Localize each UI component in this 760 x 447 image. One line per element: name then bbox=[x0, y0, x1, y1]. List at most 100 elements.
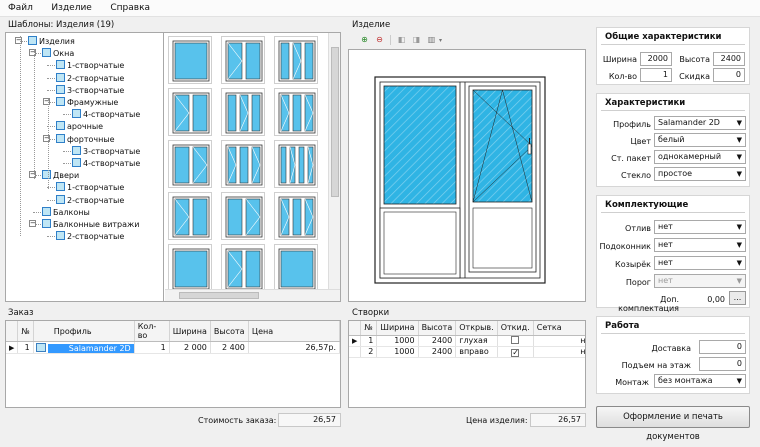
template-thumbnail[interactable] bbox=[274, 88, 318, 136]
tree-node[interactable]: 4-створчатые bbox=[72, 158, 140, 169]
sash-cell-net[interactable]: нет bbox=[533, 335, 585, 347]
tree-node[interactable]: 2-створчатые bbox=[56, 231, 124, 242]
template-thumbnail[interactable] bbox=[274, 192, 318, 240]
window-icon bbox=[72, 158, 81, 167]
width-input[interactable]: 2000 bbox=[640, 52, 672, 66]
templates-tree[interactable]: Изделия − Окна −1-створчатые 2-створчатые 3-с… bbox=[6, 33, 164, 301]
tree-node[interactable]: 3-створчатые bbox=[72, 145, 140, 157]
sashes-col-tilt[interactable]: Откид. bbox=[497, 321, 534, 336]
template-thumbnail[interactable] bbox=[168, 140, 212, 188]
order-row[interactable]: ▶ 1 Salamander 2D 1 2 000 2 400 26,57р. bbox=[6, 341, 341, 354]
prev-icon[interactable]: ◧ bbox=[395, 33, 408, 46]
sill-select[interactable]: нет ▼ bbox=[654, 238, 746, 252]
next-icon[interactable]: ◨ bbox=[410, 33, 423, 46]
discount-input[interactable]: 0 bbox=[713, 68, 745, 82]
sash-cell-opening[interactable]: вправо bbox=[455, 346, 498, 358]
menu-help[interactable]: Справка bbox=[102, 0, 158, 13]
tree-node[interactable]: 3-створчатые bbox=[56, 84, 124, 96]
order-col-profile[interactable]: Профиль bbox=[33, 321, 135, 342]
visor-select[interactable]: нет ▼ bbox=[654, 256, 746, 270]
collapse-icon[interactable]: − bbox=[29, 220, 36, 227]
template-thumbnail[interactable] bbox=[168, 36, 212, 84]
tree-node[interactable]: Фрамужные bbox=[56, 97, 118, 108]
sashes-grid[interactable]: № Ширина Высота Открыв. Откид. Сетка ▶ 1… bbox=[348, 320, 586, 408]
tree-node[interactable]: Изделия bbox=[28, 36, 75, 47]
sashes-col-width[interactable]: Ширина bbox=[376, 321, 419, 336]
tree-node[interactable]: Окна bbox=[42, 48, 74, 59]
tree-node[interactable]: Балконы bbox=[42, 206, 90, 218]
profile-select[interactable]: Salamander 2D ▼ bbox=[654, 116, 746, 130]
hscroll-thumb[interactable] bbox=[179, 292, 259, 299]
tilt-checkbox[interactable]: ✓ bbox=[511, 348, 520, 357]
sashes-col-opening[interactable]: Открыв. bbox=[455, 321, 498, 336]
tree-node[interactable]: Балконные витражи bbox=[42, 219, 139, 230]
extra-browse-button[interactable]: ... bbox=[729, 291, 746, 305]
zoom-in-icon[interactable]: ⊕ bbox=[358, 33, 371, 46]
sashes-table: № Ширина Высота Открыв. Откид. Сетка ▶ 1… bbox=[349, 321, 585, 358]
glass-unit-select[interactable]: однокамерный ▼ bbox=[654, 150, 746, 164]
order-cell-profile[interactable]: Salamander 2D bbox=[33, 341, 135, 354]
tree-node[interactable]: 1-створчатые bbox=[56, 60, 124, 71]
height-input[interactable]: 2400 bbox=[713, 52, 745, 66]
tree-node[interactable]: арочные bbox=[56, 121, 103, 132]
window-drawing bbox=[374, 76, 546, 284]
sash-cell-net[interactable]: нет bbox=[533, 346, 585, 358]
menu-product[interactable]: Изделие bbox=[43, 0, 99, 13]
delivery-input[interactable]: 0 bbox=[699, 340, 746, 354]
vscroll-thumb[interactable] bbox=[331, 47, 339, 197]
drip-select[interactable]: нет ▼ bbox=[654, 220, 746, 234]
template-thumbnail[interactable] bbox=[168, 192, 212, 240]
install-select[interactable]: без монтажа ▼ bbox=[654, 374, 746, 388]
sash-row[interactable]: 2 1000 2400 вправо ✓ нет bbox=[349, 346, 585, 358]
order-row-header-col bbox=[6, 321, 19, 342]
sash-row[interactable]: ▶ 1 1000 2400 глухая нет bbox=[349, 335, 585, 347]
extra-value: 0,00 bbox=[707, 295, 725, 304]
order-col-price[interactable]: Цена bbox=[248, 321, 341, 342]
tilt-checkbox[interactable] bbox=[511, 336, 520, 344]
template-thumbnail[interactable] bbox=[274, 244, 318, 289]
template-thumbnail[interactable] bbox=[221, 192, 265, 240]
template-thumbnail[interactable] bbox=[168, 88, 212, 136]
print-documents-button[interactable]: Оформление и печать документов bbox=[596, 406, 750, 442]
sashes-col-num[interactable]: № bbox=[360, 321, 378, 336]
thumbnails-vscrollbar[interactable] bbox=[328, 33, 340, 289]
qty-input[interactable]: 1 bbox=[640, 68, 672, 82]
order-col-width[interactable]: Ширина bbox=[169, 321, 211, 342]
tree-node[interactable]: 2-створчатые bbox=[56, 194, 124, 206]
window-icon bbox=[42, 219, 51, 228]
color-select[interactable]: белый ▼ bbox=[654, 133, 746, 147]
thumbnails-hscrollbar[interactable] bbox=[165, 289, 340, 301]
template-thumbnail[interactable] bbox=[221, 88, 265, 136]
template-thumbnail[interactable] bbox=[274, 36, 318, 84]
chevron-down-icon: ▼ bbox=[736, 119, 742, 127]
window-icon bbox=[56, 60, 65, 70]
view-dropdown-icon[interactable]: ▾ bbox=[439, 37, 442, 44]
order-col-qty[interactable]: Кол-во bbox=[134, 321, 170, 342]
template-thumbnail[interactable] bbox=[221, 36, 265, 84]
view-mode-icon[interactable]: ▥ bbox=[425, 33, 438, 46]
sash-cell-tilt[interactable]: ✓ bbox=[497, 346, 534, 358]
sash-cell-opening[interactable]: глухая bbox=[455, 335, 498, 347]
order-col-height[interactable]: Высота bbox=[210, 321, 249, 342]
sashes-col-height[interactable]: Высота bbox=[418, 321, 457, 336]
lift-input[interactable]: 0 bbox=[699, 357, 746, 371]
sash-cell-tilt[interactable] bbox=[497, 335, 534, 347]
product-preview[interactable] bbox=[348, 49, 586, 302]
right-glass bbox=[472, 89, 533, 203]
order-cell-profile-text: Salamander 2D bbox=[47, 344, 134, 353]
tree-node[interactable]: 2-створчатые bbox=[56, 72, 124, 84]
order-col-num[interactable]: № bbox=[17, 321, 34, 342]
template-thumbnail[interactable] bbox=[221, 140, 265, 188]
glass-select[interactable]: простое ▼ bbox=[654, 167, 746, 181]
template-thumbnail[interactable] bbox=[274, 140, 318, 188]
sashes-col-net[interactable]: Сетка bbox=[533, 321, 585, 336]
tree-node[interactable]: форточные bbox=[56, 133, 115, 145]
template-thumbnail[interactable] bbox=[168, 244, 212, 289]
tree-node[interactable]: 1-створчатые bbox=[56, 182, 124, 193]
menu-file[interactable]: Файл bbox=[0, 0, 41, 13]
order-grid[interactable]: № Профиль Кол-во Ширина Высота Цена ▶ 1 … bbox=[5, 320, 341, 408]
tree-node[interactable]: 4-створчатые bbox=[72, 109, 140, 120]
template-thumbnails[interactable] bbox=[165, 33, 330, 289]
zoom-out-icon[interactable]: ⊖ bbox=[373, 33, 386, 46]
template-thumbnail[interactable] bbox=[221, 244, 265, 289]
